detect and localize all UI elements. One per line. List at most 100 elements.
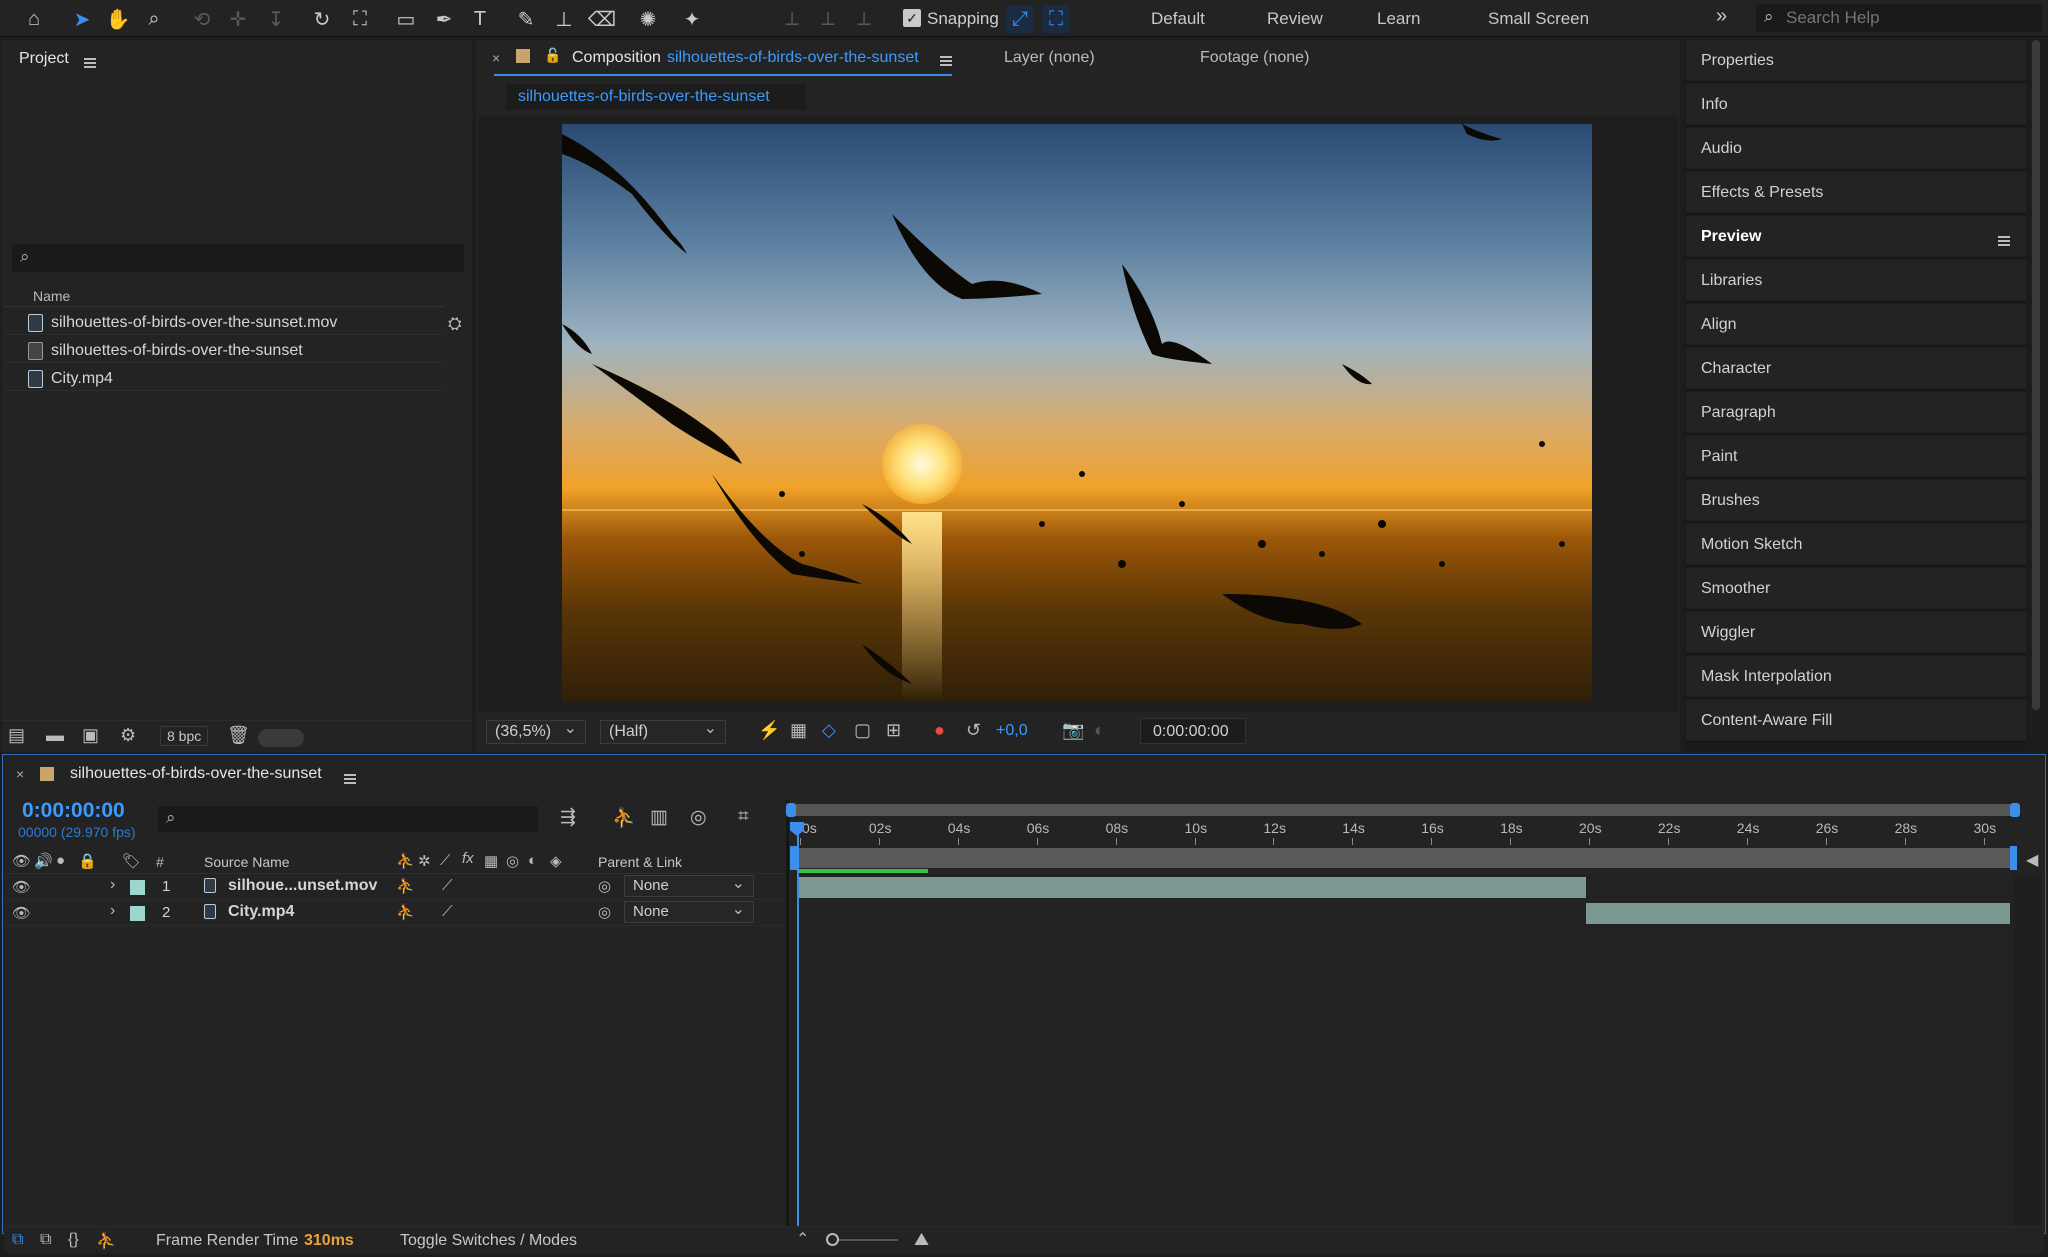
work-area-start[interactable] (790, 846, 797, 870)
label-tag-icon[interactable]: 🏷 (122, 852, 141, 870)
snapshot-camera-icon[interactable]: 📷 (1062, 720, 1084, 741)
shy-switch-icon[interactable]: ⛹ (396, 852, 415, 870)
work-area-end[interactable] (2010, 846, 2017, 870)
col-source-name[interactable]: Source Name (204, 854, 290, 870)
zoom-out-icon[interactable]: ⌃ (796, 1229, 809, 1249)
panel-content-aware-fill[interactable]: Content-Aware Fill (1686, 700, 2026, 742)
collapse-switch-icon[interactable]: ✲ (418, 852, 431, 870)
panel-paragraph[interactable]: Paragraph (1686, 392, 2026, 434)
layer-1-bar[interactable] (798, 877, 1586, 898)
dolly-camera-icon[interactable]: ↧ (262, 5, 290, 33)
work-area-bar[interactable] (790, 848, 2014, 868)
panel-character[interactable]: Character (1686, 348, 2026, 390)
timeline-timecode[interactable]: 0:00:00:00 (22, 799, 125, 823)
thumbnail-toggle[interactable] (258, 729, 304, 747)
workspace-default[interactable]: Default (1151, 9, 1205, 29)
panel-info[interactable]: Info (1686, 84, 2026, 126)
close-timeline-icon[interactable]: × (16, 766, 24, 782)
navigator-end-handle[interactable] (2010, 803, 2020, 817)
panel-effects-presets[interactable]: Effects & Presets (1686, 172, 2026, 214)
type-tool-icon[interactable]: T (466, 5, 494, 33)
panel-audio[interactable]: Audio (1686, 128, 2026, 170)
panel-preview[interactable]: Preview (1686, 216, 2026, 258)
render-time-icon[interactable]: ⛹ (96, 1231, 116, 1251)
new-composition-icon[interactable]: ▣ (82, 725, 99, 746)
search-help-input[interactable] (1786, 7, 2036, 29)
brush-tool-icon[interactable]: ✎ (512, 5, 540, 33)
comp-flowchart-icon[interactable]: ⇶ (560, 806, 576, 829)
snap-edges-icon[interactable]: ⤢ (1006, 5, 1034, 33)
transparency-grid-icon[interactable]: ▦ (790, 720, 807, 741)
adjustment-switch-icon[interactable]: ◐ (528, 852, 537, 869)
project-settings-icon[interactable]: ⚙ (120, 725, 136, 746)
exposure-value[interactable]: +0,0 (996, 722, 1028, 740)
table-row[interactable]: 👁 › 2 City.mp4 ⛹ ⟋ ◎ None (4, 899, 788, 926)
workspace-small-screen[interactable]: Small Screen (1488, 9, 1589, 29)
layer-color-label[interactable] (130, 906, 145, 921)
project-menu-icon[interactable] (84, 54, 96, 72)
motion-blur-switch-icon[interactable]: ◎ (506, 852, 519, 870)
workspace-review[interactable]: Review (1267, 9, 1323, 29)
video-switch-icon[interactable]: 👁 (12, 852, 31, 870)
panel-smoother[interactable]: Smoother (1686, 568, 2026, 610)
selection-tool-icon[interactable]: ➤ (68, 5, 96, 33)
graph-editor-icon[interactable]: ⌗ (738, 806, 749, 828)
close-tab-icon[interactable]: × (492, 50, 500, 66)
flowchart-icon[interactable]: ⛭ (448, 314, 462, 334)
col-parent-link[interactable]: Parent & Link (598, 854, 682, 870)
frame-blend-switch-icon[interactable]: ▦ (484, 852, 498, 870)
eye-icon[interactable]: 👁 (12, 904, 31, 922)
workspace-learn[interactable]: Learn (1377, 9, 1420, 29)
layer-name[interactable]: City.mp4 (228, 903, 294, 921)
panel-splitter[interactable] (786, 800, 789, 1226)
panel-mask-interpolation[interactable]: Mask Interpolation (1686, 656, 2026, 698)
layer-name[interactable]: silhoue...unset.mov (228, 877, 377, 895)
pan-camera-icon[interactable]: ✛ (224, 5, 252, 33)
new-folder-icon[interactable]: ▬ (46, 725, 64, 746)
timeline-menu-icon[interactable] (344, 770, 356, 788)
panel-paint[interactable]: Paint (1686, 436, 2026, 478)
roto-brush-icon[interactable]: ✺ (634, 5, 662, 33)
preview-menu-icon[interactable] (1998, 232, 2010, 250)
frame-blending-icon[interactable]: ▥ (650, 806, 668, 829)
current-time-display[interactable]: 0:00:00:00 (1140, 718, 1246, 744)
show-snapshot-icon[interactable]: ◐ (1094, 720, 1105, 741)
project-search-input[interactable]: ⌕ (12, 244, 464, 272)
search-help-box[interactable]: ⌕ (1756, 4, 2042, 32)
project-item[interactable]: City.mp4 (28, 366, 113, 392)
comp-tab-name[interactable]: silhouettes-of-birds-over-the-sunset (667, 49, 919, 67)
axis-local-icon[interactable]: ⟂ (778, 5, 806, 33)
region-of-interest-icon[interactable]: ▢ (854, 720, 871, 741)
mask-visibility-icon[interactable]: ◇ (822, 720, 836, 741)
quality-switch-icon[interactable]: ⟋ (442, 877, 453, 894)
project-item[interactable]: silhouettes-of-birds-over-the-sunset (28, 338, 303, 364)
panel-properties[interactable]: Properties (1686, 40, 2026, 82)
channel-icon[interactable]: ● (934, 720, 945, 741)
layer-color-label[interactable] (130, 880, 145, 895)
composition-viewer-image[interactable] (562, 124, 1592, 702)
fx-switch-icon[interactable]: fx (462, 850, 474, 867)
reset-exposure-icon[interactable]: ↺ (966, 720, 981, 741)
interpret-footage-icon[interactable]: ▤ (8, 725, 25, 746)
more-workspaces-icon[interactable]: » (1716, 5, 1727, 28)
eye-icon[interactable]: 👁 (12, 878, 31, 896)
pan-behind-tool-icon[interactable]: ⛶ (346, 5, 374, 33)
solo-switch-icon[interactable]: ● (56, 852, 65, 869)
time-navigator[interactable] (790, 804, 2020, 816)
in-out-icon[interactable]: {} (68, 1231, 79, 1249)
pickwhip-icon[interactable]: ◎ (598, 903, 611, 921)
rectangle-tool-icon[interactable]: ▭ (392, 5, 420, 33)
zoom-tool-icon[interactable]: ⌕ (140, 5, 168, 33)
3d-switch-icon[interactable]: ◈ (550, 852, 562, 870)
panel-brushes[interactable]: Brushes (1686, 480, 2026, 522)
snap-features-icon[interactable]: ⛶ (1042, 5, 1070, 33)
column-name-header[interactable]: Name (33, 288, 70, 304)
bpc-button[interactable]: 8 bpc (160, 726, 209, 746)
clone-stamp-icon[interactable]: ⊥ (550, 5, 578, 33)
resolution-dropdown[interactable]: (Half) (600, 718, 726, 744)
zoom-in-icon[interactable]: ⛰ (914, 1229, 929, 1250)
breadcrumb[interactable]: silhouettes-of-birds-over-the-sunset (506, 84, 806, 110)
snapping-checkbox[interactable]: ✓ (903, 9, 921, 27)
parent-dropdown[interactable]: None (624, 899, 754, 923)
eraser-tool-icon[interactable]: ⌫ (588, 5, 616, 33)
